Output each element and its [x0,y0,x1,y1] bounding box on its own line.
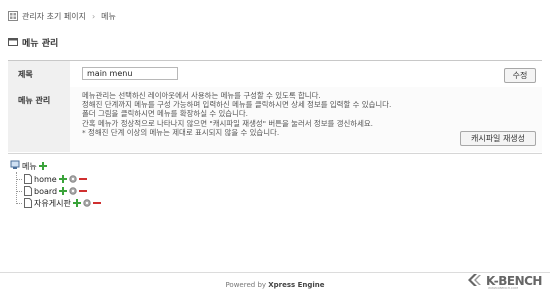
title-row: 제목 수정 [8,61,542,88]
tree-connector [16,190,22,192]
breadcrumb: 관리자 초기 페이지 › 메뉴 [8,8,538,24]
menu-form: 제목 수정 메뉴 관리 메뉴관리는 선택하신 레이아웃에서 사용하는 메뉴를 구… [8,60,542,154]
delete-icon[interactable] [92,199,101,207]
menu-row-body: 메뉴관리는 선택하신 레이아웃에서 사용하는 메뉴를 구성할 수 있도록 합니다… [70,87,542,152]
delete-icon[interactable] [79,187,88,195]
page-title-text: 메뉴 관리 [22,38,59,49]
watermark-logo: K-BENCH WWW.KBENCH.COM [466,270,544,292]
settings-icon[interactable] [68,175,77,183]
add-submenu-icon[interactable] [59,187,68,195]
document-icon [24,186,32,196]
menu-label: 메뉴 관리 [8,87,70,152]
tree-root: 메뉴 [10,160,47,172]
breadcrumb-separator: › [91,11,96,21]
tree-item-label[interactable]: board [34,187,57,196]
title-row-body: 수정 [70,61,542,87]
tree-connector [16,202,22,204]
window-icon [8,37,18,47]
breadcrumb-current: 메뉴 [101,11,116,21]
menu-description: 메뉴관리는 선택하신 레이아웃에서 사용하는 메뉴를 구성할 수 있도록 합니다… [82,91,462,137]
description-line: 간혹 메뉴가 정상적으로 나타나지 않으면 "캐시파일 재생성" 버튼을 눌러서… [82,118,374,128]
tree-item: 자유게시판 [16,198,101,208]
footer-prefix: Powered by [225,281,269,289]
tree-item: home [16,174,87,184]
add-menu-icon[interactable] [38,162,47,170]
menu-row: 메뉴 관리 메뉴관리는 선택하신 레이아웃에서 사용하는 메뉴를 구성할 수 있… [8,87,542,152]
tree-item: board [16,186,88,196]
footer-brand: Xpress Engine [268,281,325,289]
regenerate-cache-button[interactable]: 캐시파일 재생성 [460,131,536,146]
settings-icon[interactable] [83,199,91,207]
tree-item-label[interactable]: 자유게시판 [34,198,71,209]
watermark-subtext: WWW.KBENCH.COM [488,286,518,290]
title-label: 제목 [8,61,70,87]
tree-connector [16,178,22,180]
home-icon[interactable] [8,11,18,21]
edit-button[interactable]: 수정 [504,68,536,83]
title-input[interactable] [82,67,178,80]
tree-item-label[interactable]: home [34,175,57,184]
computer-icon[interactable] [10,160,20,172]
document-icon [24,174,32,184]
breadcrumb-home-link[interactable]: 관리자 초기 페이지 [22,11,86,22]
add-submenu-icon[interactable] [72,199,81,207]
settings-icon[interactable] [69,187,77,195]
description-line: 메뉴관리는 선택하신 레이아웃에서 사용하는 메뉴를 구성할 수 있도록 합니다… [82,91,321,100]
description-line: 폴더 그림을 클릭하시면 메뉴를 확장하실 수 있습니다. [82,109,249,119]
tree-root-label[interactable]: 메뉴 [22,161,37,172]
document-icon [24,198,32,208]
delete-icon[interactable] [78,175,87,183]
description-line: 정해진 단계까지 메뉴를 구성 가능하며 입력하신 메뉴를 클릭하시면 상세 정… [82,100,392,110]
page-title: 메뉴 관리 [8,34,542,50]
logo-mark-icon [466,272,484,290]
description-line: * 정해진 단계 이상의 메뉴는 제대로 표시되지 않을 수 있습니다. [82,127,280,137]
menu-tree: 메뉴 home board 자유게시판 [10,160,210,230]
add-submenu-icon[interactable] [58,175,67,183]
